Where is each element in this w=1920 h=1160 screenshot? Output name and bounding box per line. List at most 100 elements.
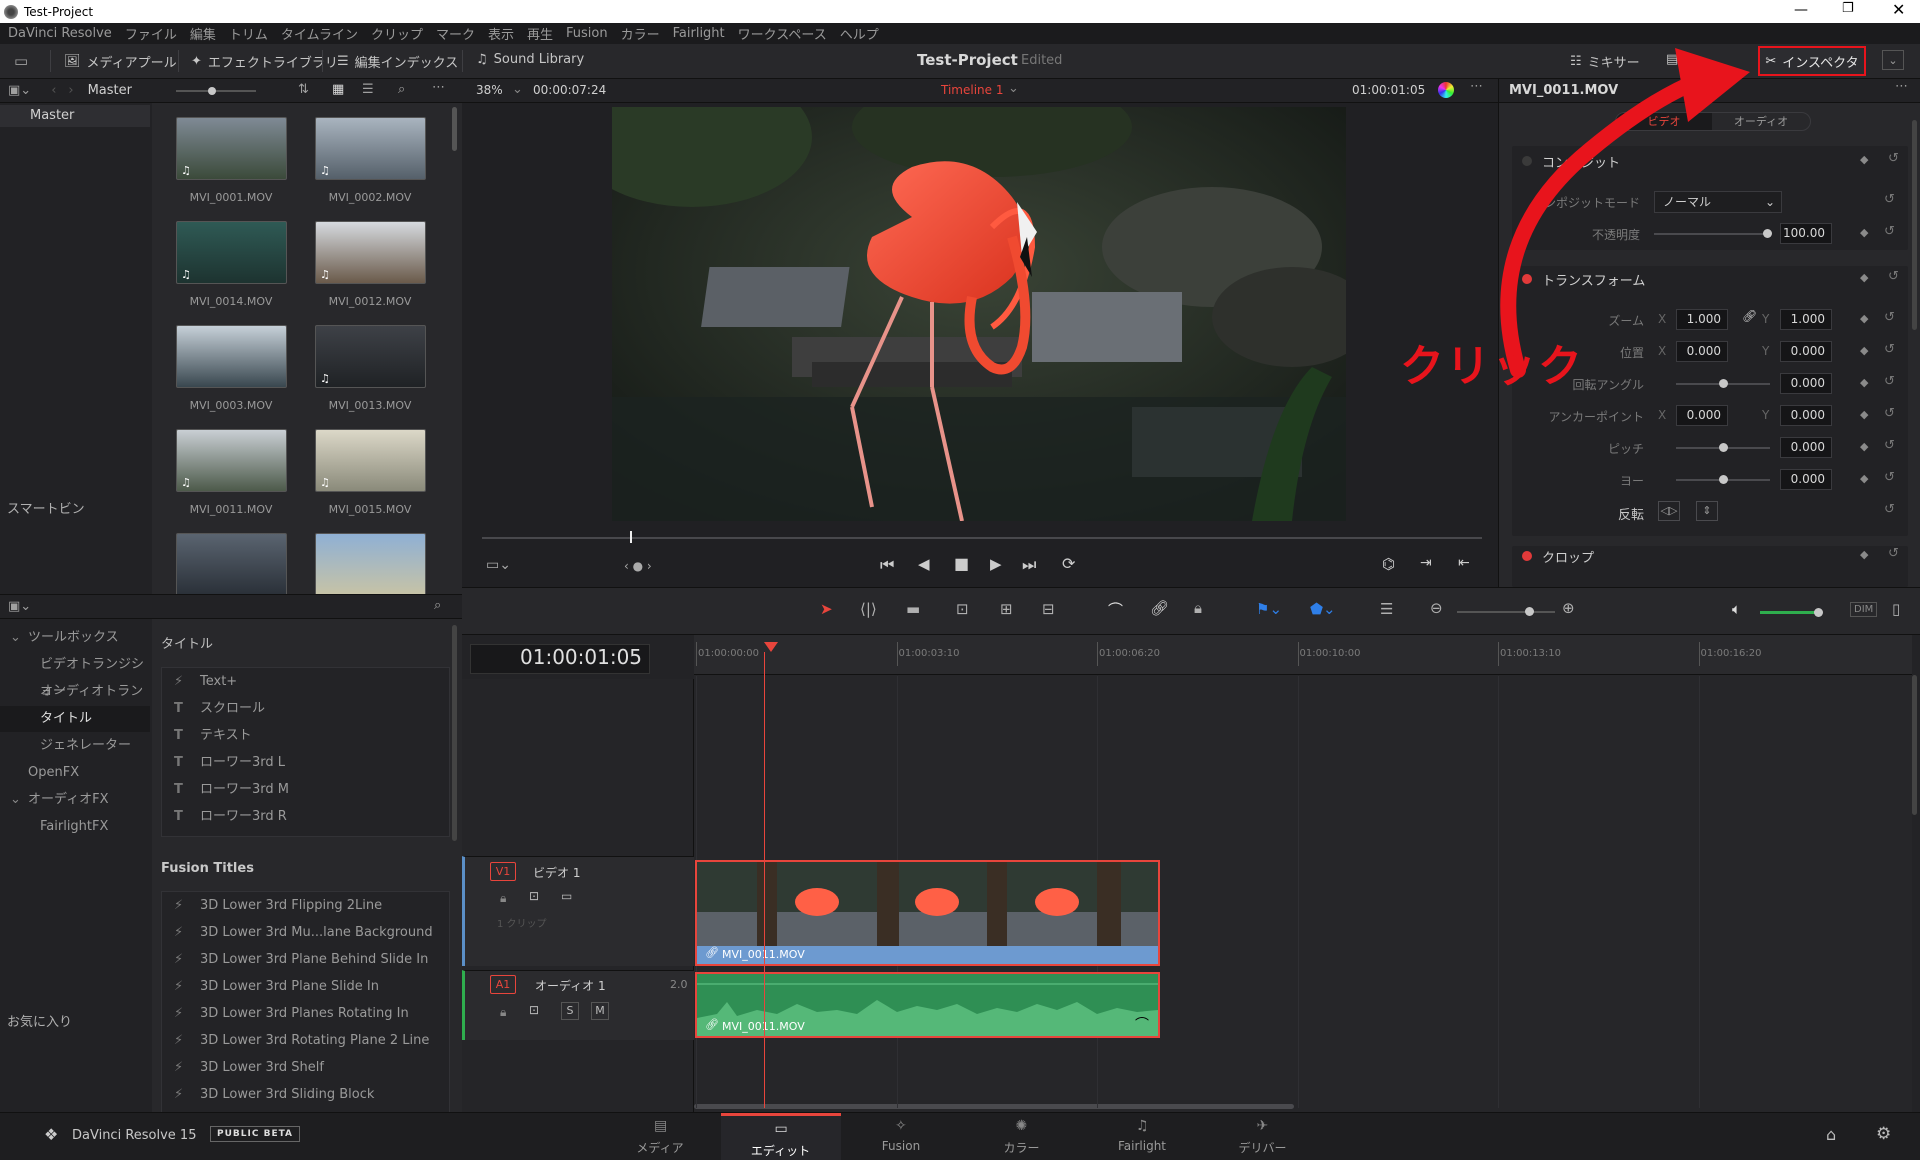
fusion-title-item[interactable]: ⚡ 3D Lower 3rd Flipping 2Line: [162, 892, 449, 919]
clip-thumbnail[interactable]: ♫: [176, 429, 287, 492]
replace-clip-icon[interactable]: ⊟: [1042, 600, 1055, 618]
rotation-keyframe-icon[interactable]: ◆: [1860, 376, 1868, 389]
clip-thumbnail[interactable]: [176, 325, 287, 388]
transform-reset-icon[interactable]: ↺: [1888, 269, 1899, 284]
timeline-name[interactable]: Timeline 1: [941, 83, 1003, 97]
page-tab[interactable]: ▤ メディア: [600, 1113, 720, 1160]
playhead[interactable]: [764, 642, 778, 652]
crop-reset-icon[interactable]: ↺: [1888, 546, 1899, 561]
inspector-scrollbar[interactable]: [1912, 120, 1917, 330]
crop-enable-toggle[interactable]: [1522, 551, 1532, 561]
title-item[interactable]: ⚡ Text+: [162, 668, 449, 695]
menu-item[interactable]: 表示: [488, 24, 514, 43]
position-lock-icon[interactable]: 🔒︎: [1194, 599, 1202, 617]
clip-thumbnail[interactable]: [315, 533, 426, 596]
crop-header[interactable]: クロップ ◆ ↺: [1512, 543, 1908, 569]
back-arrow-icon[interactable]: ‹: [51, 83, 56, 98]
yaw-slider-knob[interactable]: [1719, 475, 1728, 484]
effects-tree-item[interactable]: FairlightFX: [0, 814, 150, 840]
anchor-keyframe-icon[interactable]: ◆: [1860, 408, 1868, 421]
title-item[interactable]: T スクロール: [162, 695, 449, 722]
panel-layout-icon[interactable]: ▣⌄: [8, 599, 31, 614]
page-tab[interactable]: ▭ エディット: [720, 1113, 841, 1160]
clip-thumbnail[interactable]: ♫: [176, 117, 287, 180]
fusion-title-item[interactable]: ⚡ 3D Lower 3rd Shelf: [162, 1054, 449, 1081]
page-tab[interactable]: ✧ Fusion: [841, 1113, 961, 1160]
menu-item[interactable]: 再生: [527, 24, 553, 43]
effects-tree-item[interactable]: オーディオトランジ...: [0, 679, 150, 725]
trim-tool-icon[interactable]: ⟨|⟩: [860, 600, 877, 618]
position-keyframe-icon[interactable]: ◆: [1860, 344, 1868, 357]
overwrite-clip-icon[interactable]: ⊞: [1000, 600, 1013, 618]
menu-item[interactable]: ファイル: [125, 24, 177, 43]
fusion-title-item[interactable]: ⚡ 3D Lower 3rd Planes Rotating In: [162, 1000, 449, 1027]
mute-button[interactable]: M: [591, 1002, 609, 1020]
inspector-options-icon[interactable]: ⋯: [1895, 79, 1908, 94]
menu-item[interactable]: DaVinci Resolve: [8, 26, 112, 41]
pitch-reset-icon[interactable]: ↺: [1884, 438, 1895, 453]
anchor-x-value[interactable]: 0.000: [1676, 405, 1728, 426]
clip-thumbnail[interactable]: [176, 533, 287, 596]
zoom-level[interactable]: 38%: [476, 83, 503, 97]
yaw-reset-icon[interactable]: ↺: [1884, 470, 1895, 485]
frame-nav-icon[interactable]: ‹ ● ›: [624, 559, 652, 573]
anchor-reset-icon[interactable]: ↺: [1884, 406, 1895, 421]
zoom-out-icon[interactable]: ⊖: [1430, 599, 1443, 617]
menu-item[interactable]: ワークスペース: [738, 24, 827, 43]
home-icon[interactable]: ⌂: [1826, 1125, 1836, 1144]
viewer-scrubber[interactable]: [482, 537, 1482, 539]
sort-icon[interactable]: ⇅: [298, 82, 309, 97]
go-to-end-icon[interactable]: ⏭: [1022, 555, 1036, 575]
effects-library-button[interactable]: ✦ エフェクトライブラリ: [191, 52, 338, 71]
menu-item[interactable]: タイムライン: [281, 24, 358, 43]
expand-toolbar-icon[interactable]: ⌄: [1882, 50, 1904, 70]
sound-library-button[interactable]: ♫ Sound Library: [476, 52, 584, 67]
page-tab[interactable]: ✺ カラー: [962, 1113, 1082, 1160]
minimize-button[interactable]: —: [1794, 2, 1808, 18]
timeline-vertical-scrollbar[interactable]: [1912, 675, 1917, 815]
title-item[interactable]: T テキスト: [162, 722, 449, 749]
bin-master[interactable]: Master: [0, 105, 150, 127]
previous-edit-icon[interactable]: ⇤: [1458, 555, 1470, 571]
timeline-dropdown-icon[interactable]: ⌄: [1008, 81, 1019, 96]
clip-thumbnail[interactable]: ♫: [315, 117, 426, 180]
more-options-icon[interactable]: ⋯: [432, 80, 445, 95]
page-tab[interactable]: ♫ Fairlight: [1082, 1113, 1202, 1160]
marker-icon[interactable]: ⬟⌄: [1310, 600, 1336, 618]
effects-tree-item[interactable]: タイトル: [0, 706, 150, 732]
timeline-horizontal-scrollbar[interactable]: [694, 1104, 1294, 1109]
media-pool-scrollbar[interactable]: [452, 107, 457, 151]
grid-view-icon[interactable]: ▦: [332, 82, 344, 97]
track-lock-icon[interactable]: 🔒︎: [500, 891, 506, 906]
menu-item[interactable]: Fairlight: [673, 26, 725, 41]
play-icon[interactable]: ▶: [990, 555, 1002, 573]
stop-icon[interactable]: ■: [954, 554, 969, 573]
play-reverse-icon[interactable]: ◀: [918, 555, 930, 573]
search-icon[interactable]: ⌕: [398, 82, 405, 97]
thumb-size-slider[interactable]: [176, 87, 256, 95]
audio-meter-icon[interactable]: ▯: [1892, 600, 1900, 618]
fusion-title-item[interactable]: ⚡ 3D Lower 3rd Sliding Block: [162, 1081, 449, 1108]
flip-vertical-icon[interactable]: ⇕: [1696, 501, 1718, 521]
zoom-dropdown-icon[interactable]: ⌄: [512, 82, 523, 97]
title-item[interactable]: T ローワー3rd M: [162, 776, 449, 803]
effects-search-icon[interactable]: ⌕: [434, 598, 441, 613]
pitch-slider[interactable]: [1676, 443, 1770, 452]
track-lock-icon[interactable]: 🔒︎: [500, 1005, 506, 1020]
fade-curve-icon[interactable]: ⌒: [1135, 1014, 1149, 1034]
composite-keyframe-icon[interactable]: ◆: [1860, 153, 1868, 166]
panel-layout-icon[interactable]: ▣⌄: [8, 83, 31, 98]
zoom-y-value[interactable]: 1.000: [1780, 309, 1832, 330]
effects-tree-item[interactable]: ⌄ ツールボックス: [0, 625, 150, 651]
composite-mode-reset-icon[interactable]: ↺: [1884, 192, 1895, 207]
zoom-keyframe-icon[interactable]: ◆: [1860, 312, 1868, 325]
go-to-start-icon[interactable]: ⏮: [880, 555, 894, 575]
monitor-icon[interactable]: ▭: [14, 52, 28, 70]
auto-track-icon[interactable]: ⊡: [529, 1003, 539, 1017]
menu-item[interactable]: Fusion: [566, 26, 608, 41]
media-pool-button[interactable]: 🖼︎ メディアプール: [64, 52, 177, 71]
solo-button[interactable]: S: [561, 1002, 579, 1020]
opacity-slider-knob[interactable]: [1763, 229, 1772, 238]
scrubber-playhead[interactable]: [630, 531, 632, 543]
transform-keyframe-icon[interactable]: ◆: [1860, 271, 1868, 284]
